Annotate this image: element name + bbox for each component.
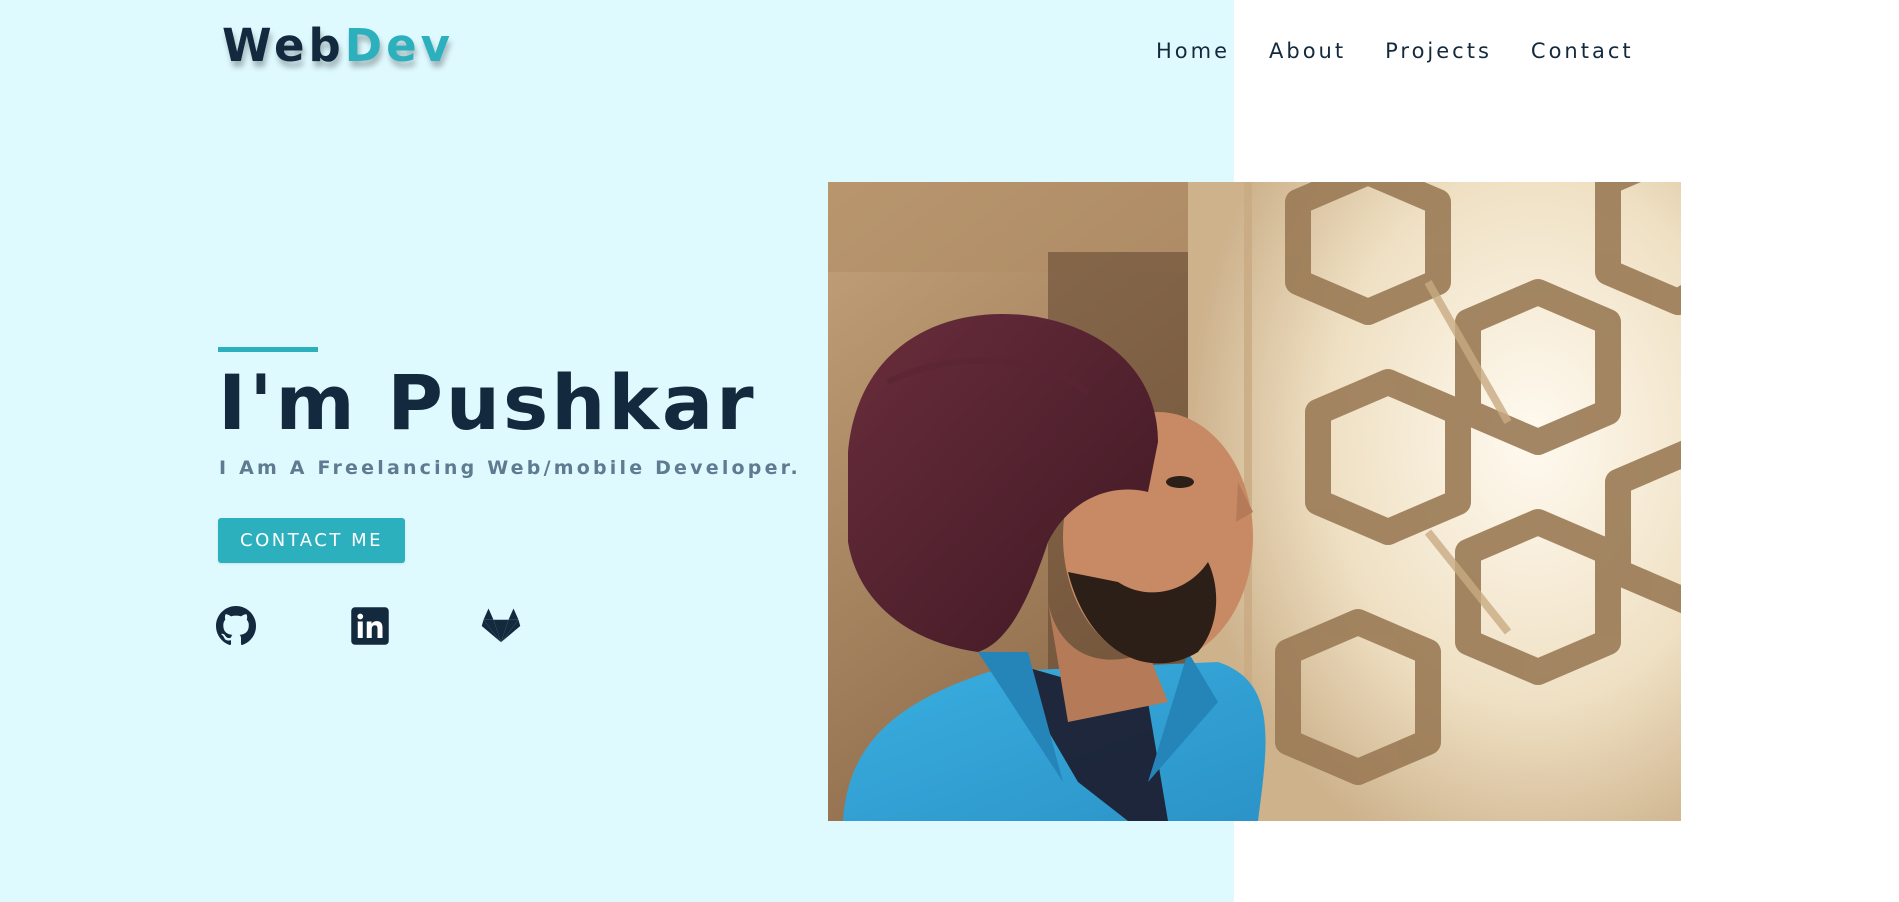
site-logo[interactable]: WebDev	[222, 16, 454, 76]
hero-subtitle: I Am A Freelancing Web/mobile Developer.	[219, 457, 801, 479]
main-nav: Home About Projects Contact	[1156, 36, 1673, 66]
linkedin-icon[interactable]	[350, 606, 390, 646]
title-accent-line	[218, 347, 318, 352]
hero-title: I'm Pushkar	[218, 358, 757, 447]
profile-photo	[828, 182, 1681, 821]
contact-me-button[interactable]: CONTACT ME	[218, 518, 405, 563]
logo-part-web: Web	[222, 19, 345, 72]
github-icon[interactable]	[216, 606, 256, 646]
gitlab-icon[interactable]	[481, 606, 521, 646]
nav-link-projects[interactable]: Projects	[1385, 36, 1492, 66]
nav-link-contact[interactable]: Contact	[1531, 36, 1634, 66]
nav-link-about[interactable]: About	[1269, 36, 1346, 66]
nav-link-home[interactable]: Home	[1156, 36, 1230, 66]
logo-part-dev: Dev	[344, 19, 454, 72]
